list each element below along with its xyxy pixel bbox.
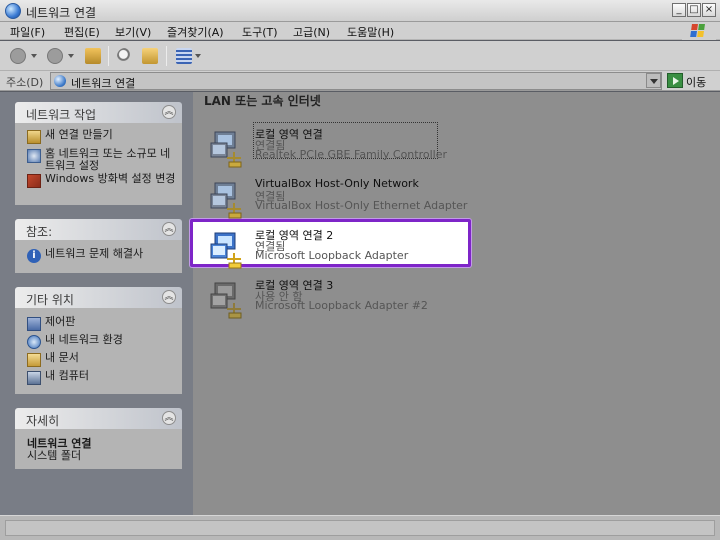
panel-title: 참조: [26,225,53,239]
connection-item[interactable]: 로컬 영역 연결 연결됨 Realtek PCIe GBE Family Con… [205,122,465,168]
close-button[interactable]: × [702,3,716,17]
minimize-button[interactable]: _ [672,3,686,17]
network-connection-icon [210,232,242,269]
home-network-icon [27,149,41,163]
network-folder-icon [54,75,66,87]
details-header[interactable]: 자세히 ︽ [15,408,182,429]
collapse-chevron-icon[interactable]: ︽ [162,411,176,425]
connection-item[interactable]: 로컬 영역 연결 3 사용 안 함 Microsoft Loopback Ada… [205,277,465,319]
connection-device: Microsoft Loopback Adapter [255,249,409,262]
collapse-chevron-icon[interactable]: ︽ [162,290,176,304]
section-header-lan: LAN 또는 고속 인터넷 [204,94,321,108]
connection-item[interactable]: VirtualBox Host-Only Network 연결됨 Virtual… [205,177,468,219]
collapse-chevron-icon[interactable]: ︽ [162,222,176,236]
place-my-network[interactable]: 내 네트워크 환경 [27,334,123,349]
network-connection-icon [210,131,242,168]
address-bar: 주소(D) 네트워크 연결 이동 [0,71,720,91]
details-type: 시스템 폴더 [27,449,82,462]
views-dropdown-icon[interactable] [195,54,201,58]
see-also-header[interactable]: 참조: ︽ [15,219,182,240]
address-value: 네트워크 연결 [71,77,136,90]
menu-help[interactable]: 도움말(H) [347,24,394,40]
toolbar-separator [108,46,109,66]
menu-view[interactable]: 보기(V) [115,24,151,40]
panel-title: 기타 위치 [26,293,74,307]
details-panel: 자세히 ︽ 네트워크 연결 시스템 폴더 [15,408,182,469]
up-folder-icon[interactable] [85,48,101,64]
address-dropdown-button[interactable] [646,73,661,88]
network-tasks-header[interactable]: 네트워크 작업 ︽ [15,102,182,123]
network-connections-icon [5,3,21,19]
menu-favorites[interactable]: 즐겨찾기(A) [167,24,224,40]
info-icon: i [27,249,41,263]
task-home-network-setup[interactable]: 홈 네트워크 또는 소규모 네트워크 설정 [27,148,175,172]
disabled-network-connection-icon [210,282,242,319]
task-firewall-settings[interactable]: Windows 방화벽 설정 변경 [27,173,177,188]
menu-file[interactable]: 파일(F) [10,24,45,40]
address-label: 주소(D) [6,76,44,89]
new-connection-icon [27,130,41,144]
menu-advanced[interactable]: 고급(N) [293,24,330,40]
place-my-computer[interactable]: 내 컴퓨터 [27,370,89,385]
views-icon[interactable] [176,48,192,64]
status-bar [0,515,720,540]
forward-dropdown-icon[interactable] [68,54,74,58]
window-title: 네트워크 연결 [26,6,97,20]
folders-icon[interactable] [142,48,158,64]
connection-item-highlighted[interactable]: 로컬 영역 연결 2 연결됨 Microsoft Loopback Adapte… [205,227,465,269]
menu-tools[interactable]: 도구(T) [242,24,278,40]
other-places-panel: 기타 위치 ︽ 제어판 내 네트워크 환경 내 문서 내 컴퓨터 [15,287,182,394]
other-places-header[interactable]: 기타 위치 ︽ [15,287,182,308]
network-connection-icon [210,182,242,219]
menu-edit[interactable]: 편집(E) [64,24,100,40]
task-new-connection[interactable]: 새 연결 만들기 [27,129,113,144]
status-bar-field [5,520,715,536]
panel-title: 네트워크 작업 [26,108,97,122]
my-computer-icon [27,371,41,385]
back-dropdown-icon[interactable] [31,54,37,58]
address-field[interactable]: 네트워크 연결 [50,72,662,90]
toolbar [0,41,720,71]
see-also-troubleshooter[interactable]: i 네트워크 문제 해결사 [27,248,143,263]
back-icon[interactable] [10,48,26,64]
firewall-icon [27,174,41,188]
toolbar-separator [166,46,167,66]
menu-bar: 파일(F) 편집(E) 보기(V) 즐겨찾기(A) 도구(T) 고급(N) 도움… [0,22,720,40]
windows-logo-icon [682,22,716,40]
my-network-icon [27,335,41,349]
search-icon[interactable] [117,48,133,64]
go-button-label[interactable]: 이동 [686,74,706,90]
place-my-documents[interactable]: 내 문서 [27,352,79,367]
connection-device: Microsoft Loopback Adapter #2 [255,299,428,312]
forward-icon[interactable] [47,48,63,64]
see-also-panel: 참조: ︽ i 네트워크 문제 해결사 [15,219,182,273]
connection-device: Realtek PCIe GBE Family Controller [255,148,448,161]
panel-title: 자세히 [26,414,60,428]
go-arrow-icon[interactable] [667,73,683,88]
network-tasks-panel: 네트워크 작업 ︽ 새 연결 만들기 홈 네트워크 또는 소규모 네트워크 설정… [15,102,182,205]
control-panel-icon [27,317,41,331]
maximize-button[interactable]: □ [687,3,701,17]
title-bar[interactable]: 네트워크 연결 _ □ × [0,0,720,22]
collapse-chevron-icon[interactable]: ︽ [162,105,176,119]
place-control-panel[interactable]: 제어판 [27,316,75,331]
my-documents-icon [27,353,41,367]
connection-device: VirtualBox Host-Only Ethernet Adapter [255,199,468,212]
